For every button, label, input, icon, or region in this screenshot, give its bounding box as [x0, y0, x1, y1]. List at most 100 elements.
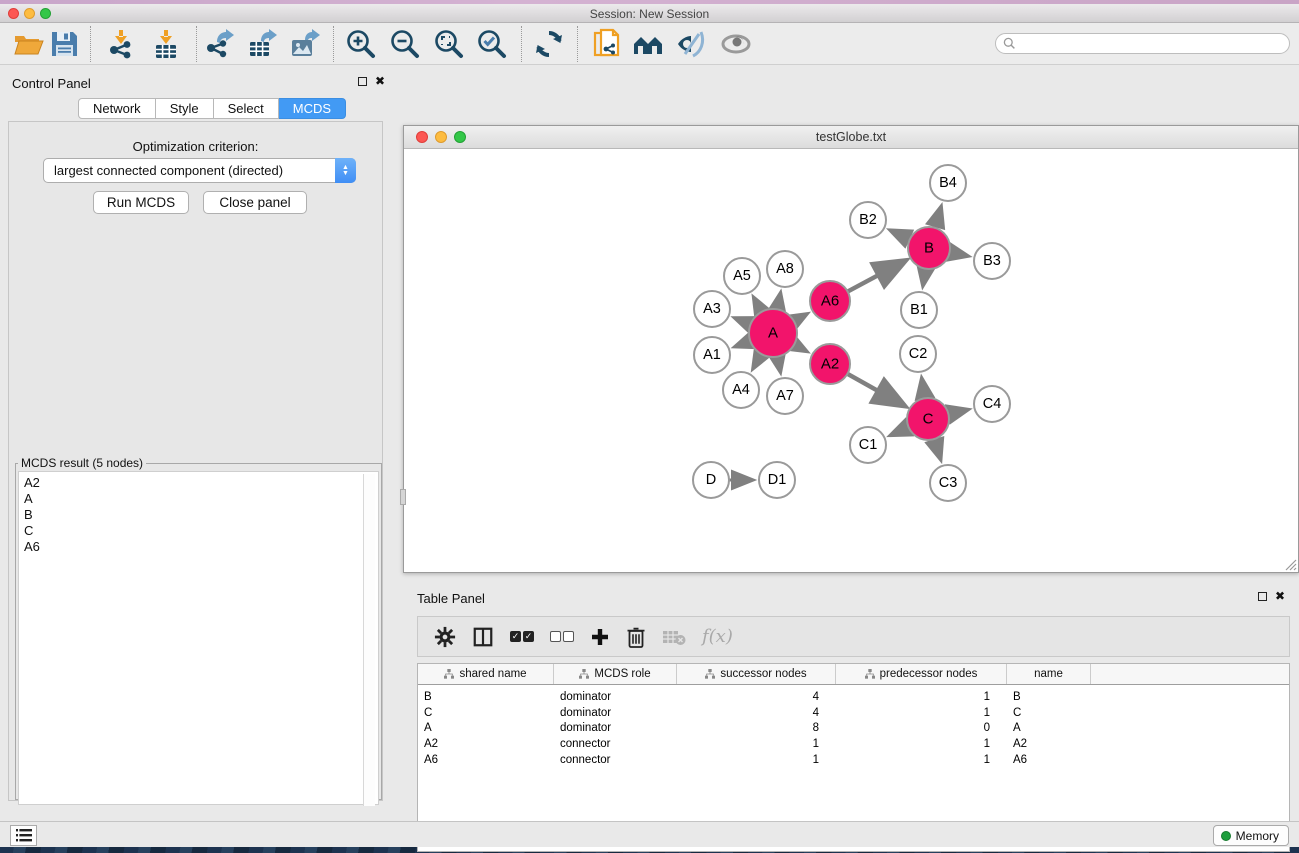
delete-column-trash-icon[interactable]: [626, 626, 646, 648]
column-header-successor-nodes[interactable]: successor nodes: [677, 664, 836, 684]
run-mcds-button[interactable]: Run MCDS: [93, 191, 189, 214]
edge-A-A3[interactable]: [735, 318, 750, 324]
import-table-icon[interactable]: [150, 28, 182, 60]
edge-A6-B[interactable]: [848, 261, 905, 291]
export-table-icon[interactable]: [245, 28, 277, 60]
edge-A-A1[interactable]: [736, 341, 751, 346]
close-table-panel-icon[interactable]: ✖: [1275, 592, 1285, 601]
edge-C-C1[interactable]: [891, 427, 909, 435]
export-network-icon[interactable]: [203, 28, 235, 60]
column-header-mcds-role[interactable]: MCDS role: [554, 664, 677, 684]
float-panel-icon[interactable]: [358, 77, 367, 86]
criterion-value: largest connected component (directed): [44, 163, 335, 178]
memory-button[interactable]: Memory: [1213, 825, 1289, 846]
control-panel: Control Panel ✖ Network Style Select MCD…: [0, 65, 391, 760]
graph-node-label-A3: A3: [703, 301, 721, 317]
tab-mcds[interactable]: MCDS: [279, 98, 346, 119]
edge-A-A7[interactable]: [777, 357, 780, 372]
network-graph-canvas[interactable]: B4B2BB3A5A8A6A3B1AC2A1A2A4A7C4CC1DD1C3: [405, 150, 1299, 573]
resize-grip-icon[interactable]: [1283, 557, 1297, 571]
column-type-icon: [444, 669, 454, 679]
result-item[interactable]: C: [24, 523, 378, 539]
network-window-titlebar[interactable]: testGlobe.txt: [404, 126, 1298, 149]
result-item[interactable]: A2: [24, 475, 378, 491]
table-row[interactable]: A6connector 11 A6: [418, 752, 1289, 768]
edge-B-B4[interactable]: [935, 207, 941, 228]
search-input[interactable]: [1020, 37, 1270, 51]
table-row[interactable]: Cdominator 41 C: [418, 705, 1289, 721]
zoom-fit-icon[interactable]: [433, 28, 465, 60]
optimization-criterion-label: Optimization criterion:: [9, 139, 382, 154]
unselect-all-columns-icon[interactable]: [550, 631, 574, 642]
tab-select[interactable]: Select: [214, 98, 279, 119]
edge-C-C4[interactable]: [948, 410, 967, 415]
criterion-dropdown[interactable]: largest connected component (directed) ▲…: [43, 158, 356, 183]
dropdown-stepper-icon: ▲▼: [335, 158, 356, 183]
edge-A-A6[interactable]: [794, 314, 807, 321]
graph-node-label-A7: A7: [776, 388, 794, 404]
function-builder-icon: f(x): [702, 626, 733, 647]
zoom-out-icon[interactable]: [389, 28, 421, 60]
float-table-panel-icon[interactable]: [1258, 592, 1267, 601]
toolbar-separator: [577, 26, 578, 62]
status-bar: Memory: [0, 821, 1299, 847]
edge-B-B2[interactable]: [891, 230, 910, 239]
result-item[interactable]: A6: [24, 539, 378, 555]
delete-table-icon: [662, 628, 686, 646]
divider-handle[interactable]: [400, 489, 406, 505]
tab-style[interactable]: Style: [156, 98, 214, 119]
open-file-icon[interactable]: [12, 28, 44, 60]
task-history-button[interactable]: [10, 825, 37, 846]
mcds-panel: Optimization criterion: largest connecte…: [8, 121, 383, 801]
graph-node-label-C4: C4: [983, 396, 1002, 412]
edge-B-B1[interactable]: [923, 269, 926, 286]
edge-B-B3[interactable]: [950, 252, 968, 256]
export-image-icon[interactable]: [288, 28, 320, 60]
result-scrollbar[interactable]: [363, 474, 375, 806]
refresh-icon[interactable]: [533, 28, 565, 60]
mcds-result-title: MCDS result (5 nodes): [18, 456, 146, 470]
close-panel-icon[interactable]: ✖: [375, 77, 385, 86]
table-settings-gear-icon[interactable]: [434, 626, 456, 648]
zoom-in-icon[interactable]: [345, 28, 377, 60]
select-all-columns-icon[interactable]: ✓✓: [510, 631, 534, 642]
graph-node-label-A5: A5: [733, 268, 751, 284]
close-panel-button[interactable]: Close panel: [203, 191, 307, 214]
edge-A2-C[interactable]: [847, 374, 903, 406]
edge-C-C3[interactable]: [934, 439, 940, 459]
control-panel-title: Control Panel: [12, 76, 91, 91]
graph-node-label-A6: A6: [821, 293, 839, 310]
mcds-result-list[interactable]: A2 A B C A6: [18, 471, 379, 805]
edge-A-A2[interactable]: [794, 344, 806, 351]
cytoscape-window: Session: New Session: [0, 4, 1299, 845]
toolbar-separator: [196, 26, 197, 62]
title-bar: Session: New Session: [0, 4, 1299, 23]
result-item[interactable]: B: [24, 507, 378, 523]
table-row[interactable]: Adominator 80 A: [418, 721, 1289, 737]
hide-selected-icon[interactable]: [675, 28, 707, 60]
column-header-predecessor-nodes[interactable]: predecessor nodes: [836, 664, 1007, 684]
edge-A-A5[interactable]: [754, 298, 762, 312]
table-toolbar: ✓✓ f(x): [417, 616, 1290, 657]
table-row[interactable]: Bdominator 41 B: [418, 689, 1289, 705]
duplicate-network-icon[interactable]: [591, 28, 623, 60]
first-neighbors-icon[interactable]: [632, 28, 664, 60]
import-network-icon[interactable]: [105, 28, 137, 60]
edge-C-C2[interactable]: [922, 379, 925, 399]
show-columns-icon[interactable]: [472, 626, 494, 648]
edge-A-A4[interactable]: [753, 354, 761, 368]
show-selected-icon[interactable]: [720, 28, 752, 60]
column-header-shared-name[interactable]: shared name: [418, 664, 554, 684]
column-header-name[interactable]: name: [1007, 664, 1091, 684]
table-row[interactable]: A2connector 11 A2: [418, 736, 1289, 752]
save-session-icon[interactable]: [48, 28, 80, 60]
result-item[interactable]: A: [24, 491, 378, 507]
graph-node-label-D1: D1: [768, 472, 787, 488]
tab-network[interactable]: Network: [78, 98, 156, 119]
control-panel-tabs: Network Style Select MCDS: [78, 98, 346, 119]
zoom-selected-icon[interactable]: [476, 28, 508, 60]
table-panel-title: Table Panel: [417, 591, 485, 606]
edge-A-A8[interactable]: [777, 294, 780, 310]
search-box[interactable]: [995, 33, 1290, 54]
create-column-plus-icon[interactable]: [590, 627, 610, 647]
